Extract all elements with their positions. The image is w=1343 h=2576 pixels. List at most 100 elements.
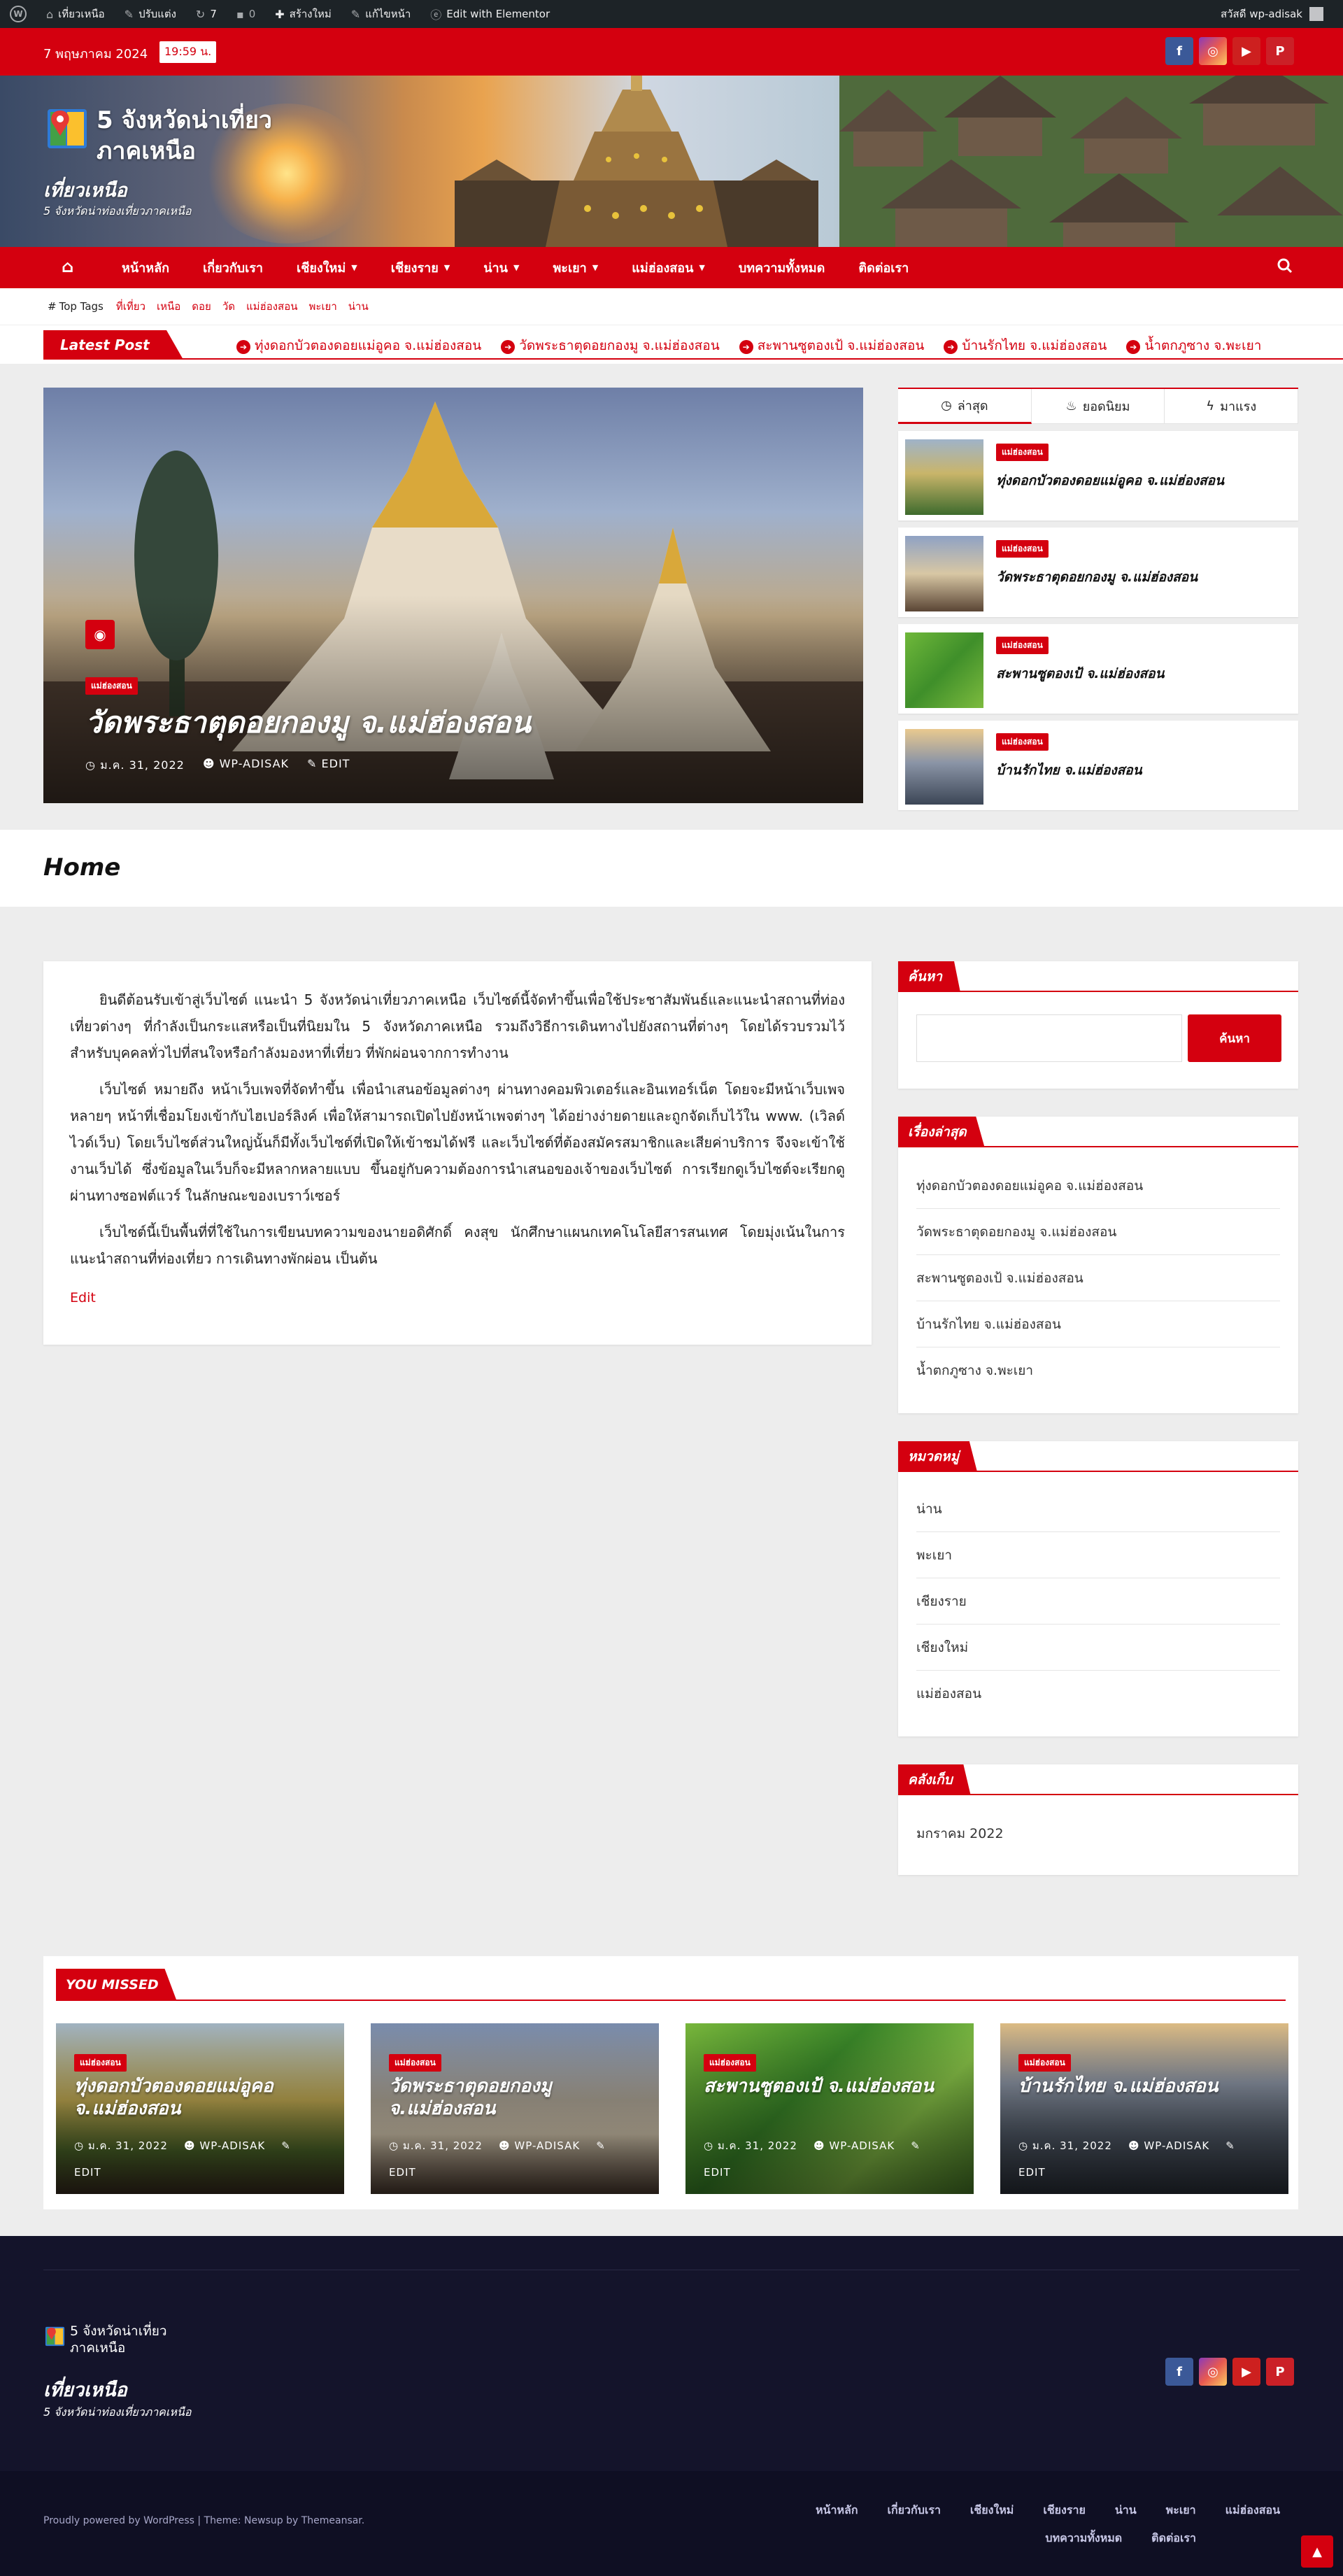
nav-item[interactable]: พะเยา ▼ [536,257,615,278]
featured-post[interactable]: ◉ แม่ฮ่องสอน วัดพระธาตุดอยกองมู จ.แม่ฮ่อ… [43,388,863,803]
admin-edit-page[interactable]: ✎ แก้ไขหน้า [341,0,421,28]
tag-link[interactable]: พะเยา [303,300,342,313]
tag-link[interactable]: วัด [217,300,241,313]
nav-item[interactable]: ติดต่อเรา [841,257,925,278]
list-item[interactable]: วัดพระธาตุดอยกองมู จ.แม่ฮ่องสอน [916,1209,1280,1255]
ticker-item[interactable]: สะพานซูตองเป้ จ.แม่ฮ่องสอน [739,335,925,356]
youtube-icon[interactable]: ▶ [1232,2358,1260,2386]
category-badge[interactable]: แม่ฮ่องสอน [74,2054,127,2072]
search-button[interactable]: ค้นหา [1188,1014,1281,1062]
footer-nav-item[interactable]: แม่ฮ่องสอน [1225,2502,1280,2519]
footer-nav-item[interactable]: บทความทั้งหมด [1045,2530,1122,2547]
pinterest-icon[interactable]: P [1266,37,1294,65]
ticker-item[interactable]: บ้านรักไทย จ.แม่ฮ่องสอน [944,335,1107,356]
nav-item[interactable]: แม่ฮ่องสอน ▼ [615,257,722,278]
list-item[interactable]: แม่ฮ่องสอน บ้านรักไทย จ.แม่ฮ่องสอน [898,721,1298,810]
category-badge[interactable]: แม่ฮ่องสอน [85,677,138,695]
admin-site-name[interactable]: ⌂ เที่ยวเหนือ [36,0,115,28]
list-item[interactable]: บ้านรักไทย จ.แม่ฮ่องสอน [916,1301,1280,1347]
instagram-icon[interactable]: ◎ [1199,2358,1227,2386]
admin-updates[interactable]: ↻ 7 [186,0,227,28]
list-item[interactable]: แม่ฮ่องสอน ทุ่งดอกบัวตองดอยแม่อูคอ จ.แม่… [898,431,1298,521]
missed-card[interactable]: แม่ฮ่องสอน วัดพระธาตุดอยกองมู จ.แม่ฮ่องส… [371,2023,659,2194]
nav-item[interactable]: บทความทั้งหมด [722,257,842,278]
footer-logo[interactable] [43,2324,67,2349]
footer-nav-item[interactable]: เกี่ยวกับเรา [888,2502,941,2519]
site-title[interactable]: 5 จังหวัดน่าเที่ยว ภาคเหนือ [97,105,278,167]
featured-title[interactable]: วัดพระธาตุดอยกองมู จ.แม่ฮ่องสอน [85,700,531,746]
admin-account[interactable]: สวัสดี wp-adisak [1221,6,1343,22]
ticker-item[interactable]: น้ำตกภูซาง จ.พะเยา [1126,335,1261,356]
category-badge[interactable]: แม่ฮ่องสอน [996,637,1049,654]
post-thumbnail[interactable] [905,632,983,708]
search-icon[interactable] [1277,258,1293,277]
tag-link[interactable]: ที่เที่ยว [111,300,151,313]
post-thumbnail[interactable] [905,439,983,515]
tab-popular[interactable]: ♨ ยอดนิยม [1031,389,1165,424]
footer-nav-item[interactable]: หน้าหลัก [816,2502,858,2519]
tab-trending[interactable]: ϟ มาแรง [1165,389,1299,424]
nav-item[interactable]: น่าน ▼ [467,257,536,278]
admin-comments[interactable]: ▪ 0 [227,0,265,28]
search-input[interactable] [916,1014,1182,1062]
post-title[interactable]: ทุ่งดอกบัวตองดอยแม่อูคอ จ.แม่ฮ่องสอน [996,470,1224,491]
missed-card[interactable]: แม่ฮ่องสอน ทุ่งดอกบัวตองดอยแม่อูคอ จ.แม่… [56,2023,344,2194]
card-title[interactable]: วัดพระธาตุดอยกองมู จ.แม่ฮ่องสอน [389,2075,645,2120]
arrow-up-icon[interactable]: ▲ [1301,2535,1333,2568]
list-item[interactable]: สะพานซูตองเป้ จ.แม่ฮ่องสอน [916,1255,1280,1301]
list-item[interactable]: เชียงราย [916,1578,1280,1625]
list-item[interactable]: น่าน [916,1486,1280,1532]
edit-link[interactable]: Edit [70,1285,845,1311]
nav-item[interactable]: เชียงใหม่ ▼ [280,257,374,278]
category-badge[interactable]: แม่ฮ่องสอน [996,540,1049,558]
instagram-icon[interactable]: ◎ [1199,37,1227,65]
missed-card[interactable]: แม่ฮ่องสอน บ้านรักไทย จ.แม่ฮ่องสอน ◷ ม.ค… [1000,2023,1288,2194]
youtube-icon[interactable]: ▶ [1232,37,1260,65]
ticker-item[interactable]: ทุ่งดอกบัวตองดอยแม่อูคอ จ.แม่ฮ่องสอน [236,335,481,356]
site-logo[interactable] [43,104,92,155]
admin-new[interactable]: ✚ สร้างใหม่ [265,0,341,28]
home-icon[interactable]: ⌂ [62,257,73,276]
missed-card[interactable]: แม่ฮ่องสอน สะพานซูตองเป้ จ.แม่ฮ่องสอน ◷ … [685,2023,974,2194]
footer-nav-item[interactable]: เชียงใหม่ [970,2502,1014,2519]
tag-link[interactable]: ดอย [186,300,217,313]
tag-link[interactable]: น่าน [343,300,374,313]
facebook-icon[interactable]: f [1165,37,1193,65]
category-badge[interactable]: แม่ฮ่องสอน [996,733,1049,751]
category-badge[interactable]: แม่ฮ่องสอน [1018,2054,1071,2072]
post-title[interactable]: วัดพระธาตุดอยกองมู จ.แม่ฮ่องสอน [996,567,1198,588]
nav-item[interactable]: เชียงราย ▼ [374,257,467,278]
wordpress-menu[interactable]: W [0,0,36,28]
card-title[interactable]: สะพานซูตองเป้ จ.แม่ฮ่องสอน [704,2075,960,2097]
list-item[interactable]: ทุ่งดอกบัวตองดอยแม่อูคอ จ.แม่ฮ่องสอน [916,1163,1280,1209]
footer-nav-item[interactable]: น่าน [1115,2502,1137,2519]
list-item[interactable]: แม่ฮ่องสอน [916,1671,1280,1717]
list-item[interactable]: แม่ฮ่องสอน สะพานซูตองเป้ จ.แม่ฮ่องสอน [898,624,1298,714]
category-badge[interactable]: แม่ฮ่องสอน [389,2054,441,2072]
post-title[interactable]: บ้านรักไทย จ.แม่ฮ่องสอน [996,760,1142,781]
post-thumbnail[interactable] [905,729,983,805]
list-item[interactable]: พะเยา [916,1532,1280,1578]
category-badge[interactable]: แม่ฮ่องสอน [996,444,1049,461]
admin-customize[interactable]: ✎ ปรับแต่ง [115,0,186,28]
category-badge[interactable]: แม่ฮ่องสอน [704,2054,756,2072]
card-title[interactable]: บ้านรักไทย จ.แม่ฮ่องสอน [1018,2075,1274,2097]
nav-item[interactable]: เกี่ยวกับเรา [186,257,280,278]
footer-nav-item[interactable]: เชียงราย [1043,2502,1085,2519]
post-title[interactable]: สะพานซูตองเป้ จ.แม่ฮ่องสอน [996,663,1164,684]
footer-nav-item[interactable]: ติดต่อเรา [1151,2530,1196,2547]
facebook-icon[interactable]: f [1165,2358,1193,2386]
list-item[interactable]: น้ำตกภูซาง จ.พะเยา [916,1347,1280,1394]
tag-link[interactable]: เหนือ [151,300,186,313]
pinterest-icon[interactable]: P [1266,2358,1294,2386]
footer-site-title[interactable]: 5 จังหวัดน่าเที่ยว ภาคเหนือ [70,2323,182,2356]
tab-latest[interactable]: ◷ ล่าสุด [898,389,1032,424]
post-thumbnail[interactable] [905,536,983,611]
tag-link[interactable]: แม่ฮ่องสอน [241,300,303,313]
list-item[interactable]: มกราคม 2022 [916,1811,1280,1857]
ticker-item[interactable]: วัดพระธาตุดอยกองมู จ.แม่ฮ่องสอน [501,335,719,356]
footer-nav-item[interactable]: พะเยา [1166,2502,1196,2519]
list-item[interactable]: แม่ฮ่องสอน วัดพระธาตุดอยกองมู จ.แม่ฮ่องส… [898,528,1298,617]
nav-item[interactable]: หน้าหลัก [105,257,186,278]
admin-elementor[interactable]: ⓔ Edit with Elementor [420,0,560,28]
